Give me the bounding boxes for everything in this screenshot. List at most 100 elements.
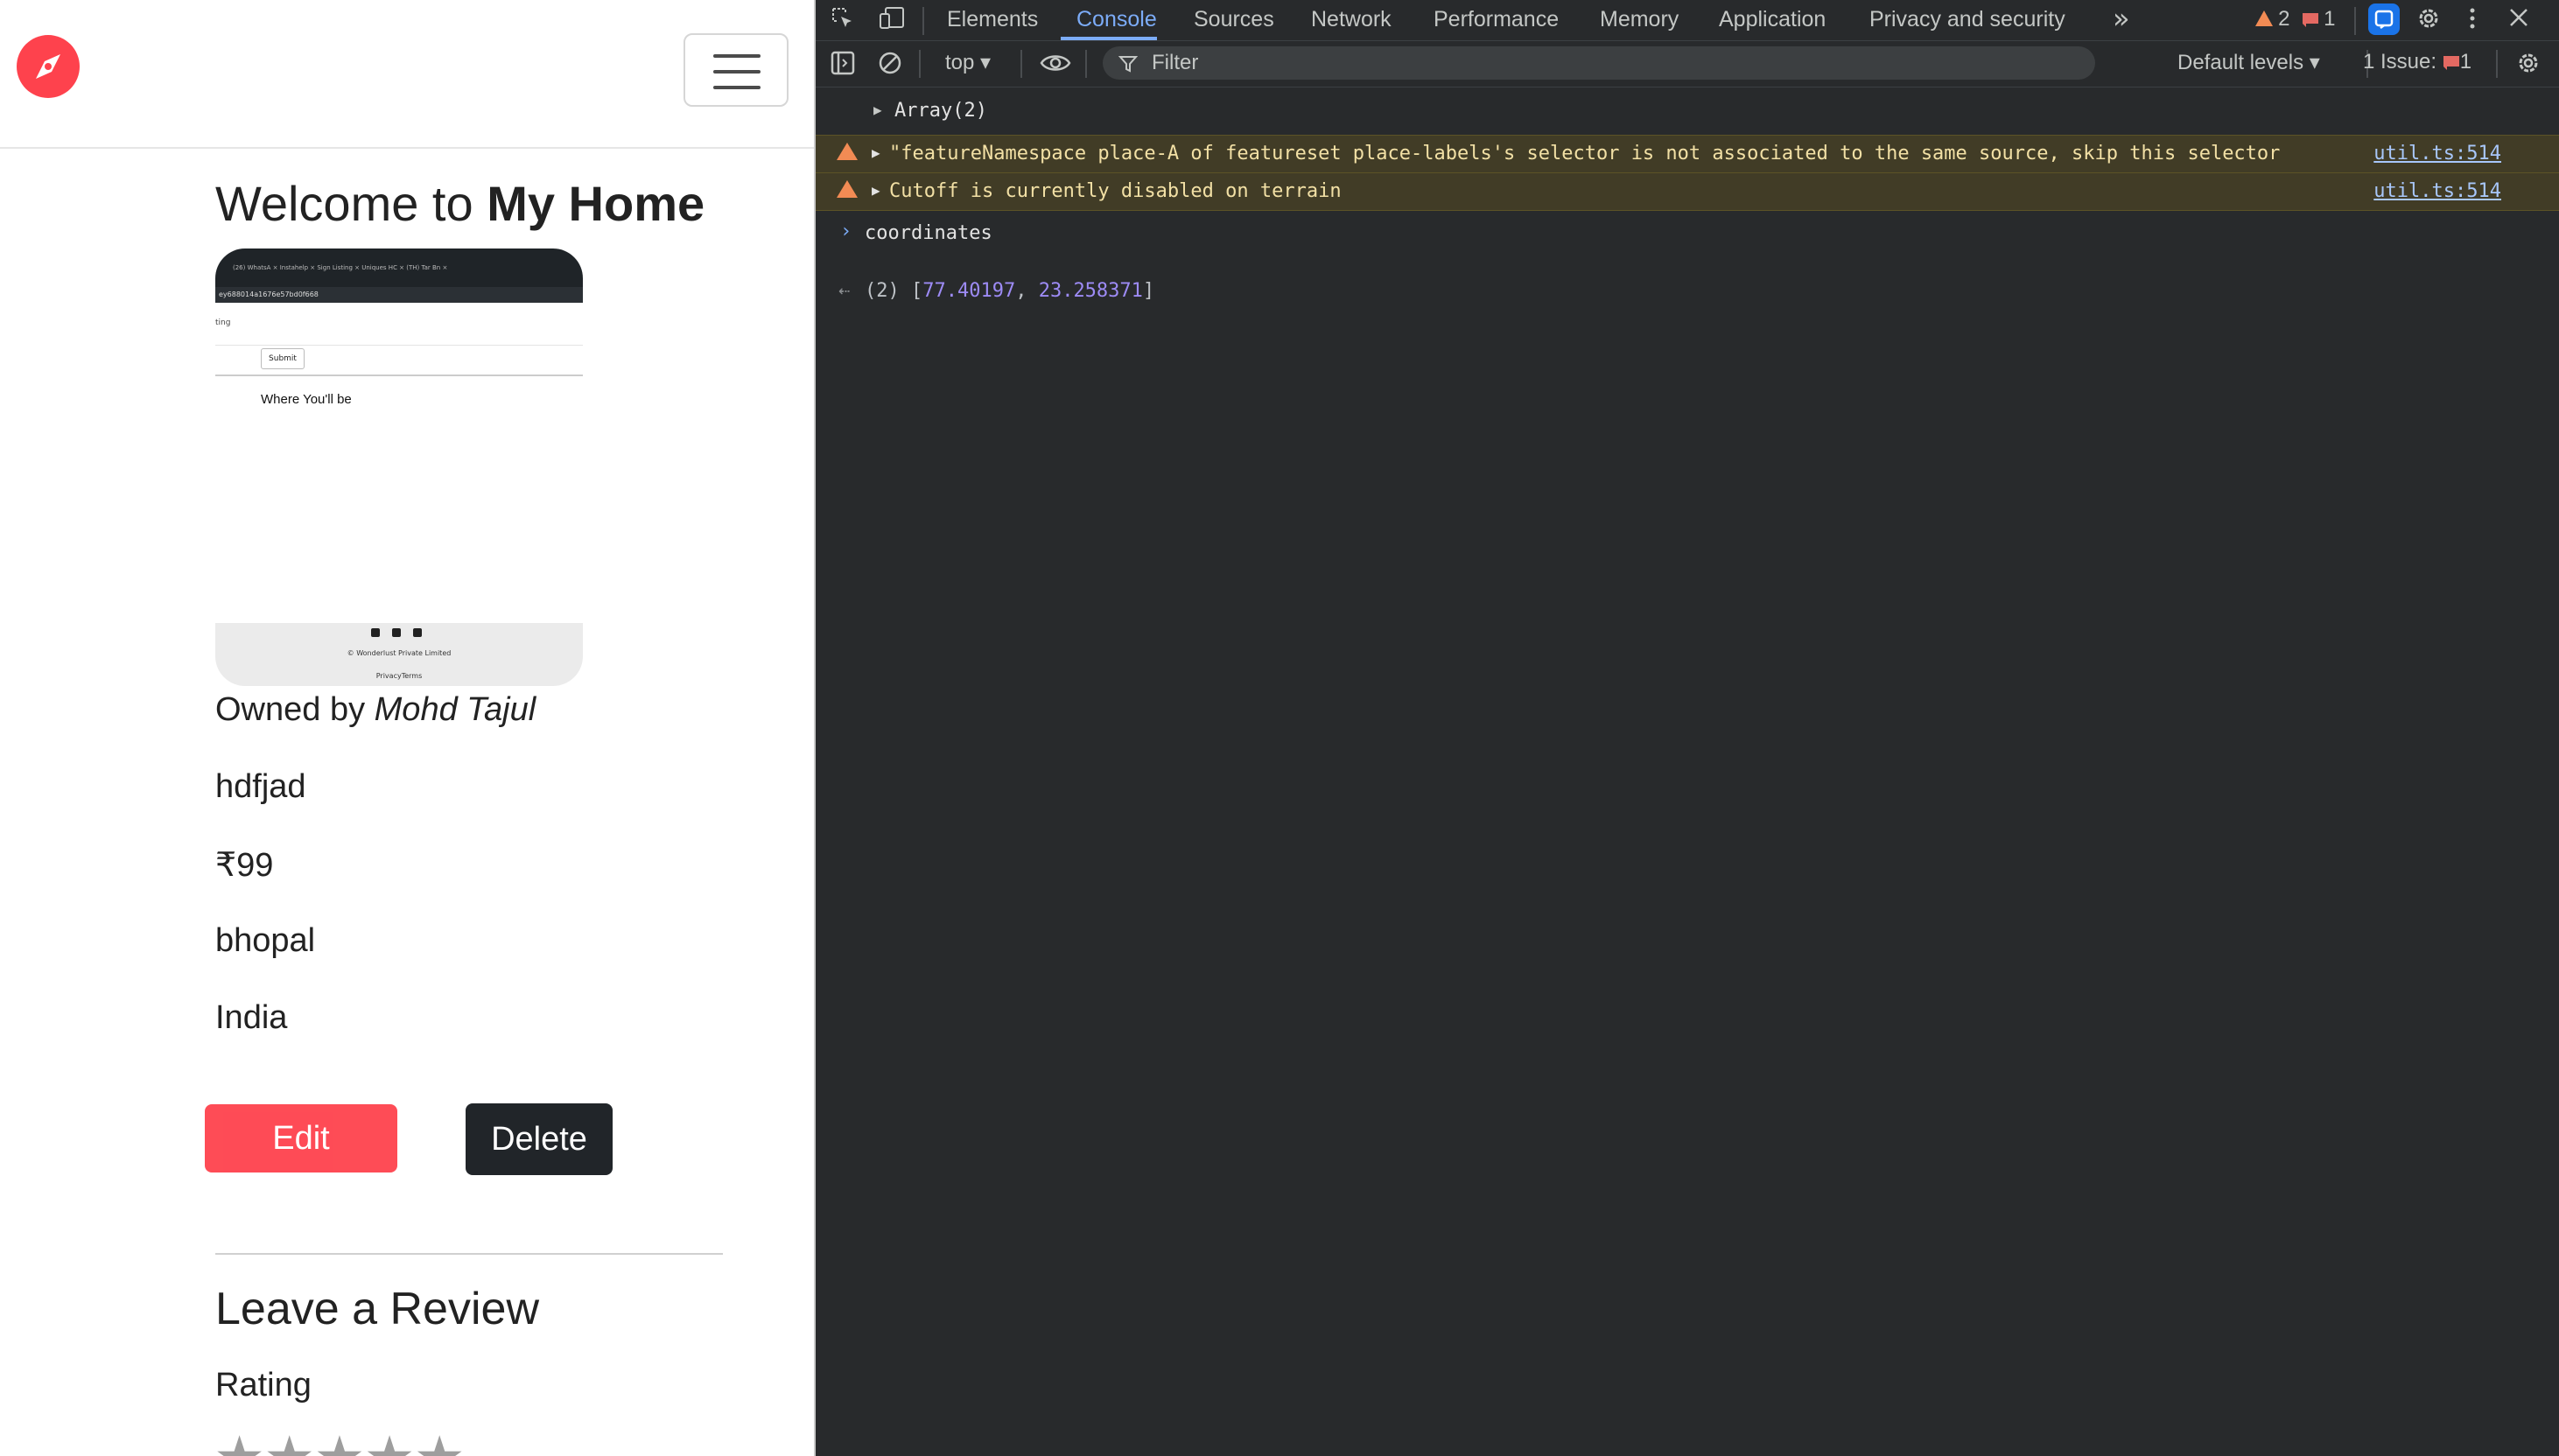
- tab-network[interactable]: Network: [1311, 7, 1392, 32]
- console-row-array[interactable]: ▶ Array(2): [816, 98, 2559, 126]
- live-expression-eye-icon[interactable]: [1040, 50, 1071, 82]
- device-toolbar-icon[interactable]: [879, 5, 907, 38]
- thumb-footer: © Wonderlust Private Limited PrivacyTerm…: [215, 623, 583, 686]
- context-value: top: [945, 51, 975, 74]
- toolbar-separator: [2354, 7, 2356, 35]
- tab-performance[interactable]: Performance: [1434, 7, 1559, 32]
- instagram-icon: [392, 628, 401, 637]
- hamburger-menu-button[interactable]: [684, 33, 789, 107]
- console-warning-row[interactable]: ▶ "featureNamespace place-A of featurese…: [816, 135, 2559, 173]
- thumb-copyright: © Wonderlust Private Limited: [347, 649, 452, 657]
- rating-label: Rating: [215, 1367, 312, 1404]
- result-suffix: ]: [1142, 280, 1155, 302]
- menu-line: [713, 70, 761, 74]
- longitude-value: 77.40197: [922, 280, 1016, 302]
- listing-image: (26) WhatsA × Instahelp × Sign Listing ×…: [215, 248, 583, 686]
- active-tab-indicator: [1061, 37, 1157, 40]
- log-levels-dropdown[interactable]: Default levels ▾: [2177, 50, 2320, 75]
- review-heading: Leave a Review: [215, 1284, 539, 1334]
- context-selector[interactable]: top ▾: [945, 50, 991, 75]
- levels-value: Default levels: [2177, 51, 2304, 74]
- thumb-left-text: ting: [215, 318, 231, 327]
- listing-country: India: [215, 999, 288, 1036]
- settings-gear-icon[interactable]: [2414, 4, 2443, 39]
- thumb-submit: Submit: [261, 348, 305, 369]
- tab-elements[interactable]: Elements: [947, 7, 1038, 32]
- toolbar-separator: [1020, 50, 1022, 78]
- error-count: 1: [2324, 7, 2336, 31]
- result-value: (2) [77.40197, 23.258371]: [865, 280, 1154, 302]
- latitude-value: 23.258371: [1038, 280, 1143, 302]
- delete-button[interactable]: Delete: [466, 1103, 613, 1175]
- toolbar-separator: [922, 7, 924, 35]
- owned-by-label: Owned by: [215, 691, 375, 728]
- listing-price: ₹99: [215, 847, 274, 884]
- console-warning-row[interactable]: ▶ Cutoff is currently disabled on terrai…: [816, 172, 2559, 211]
- ai-assistance-icon[interactable]: [2368, 4, 2400, 35]
- result-prefix: (2) [: [865, 280, 923, 302]
- thumb-url: ey688014a1676e57bd0f668: [219, 290, 319, 298]
- more-options-icon[interactable]: [2468, 4, 2477, 39]
- tab-memory[interactable]: Memory: [1600, 7, 1679, 32]
- thumb-divider: [215, 374, 583, 376]
- navbar: [0, 0, 814, 149]
- inspect-element-icon[interactable]: [830, 5, 856, 38]
- console-settings-icon[interactable]: [2513, 48, 2543, 84]
- sidebar-toggle-icon[interactable]: [830, 50, 856, 82]
- more-tabs-icon[interactable]: »: [2113, 2, 2130, 35]
- thumb-divider: [215, 345, 583, 346]
- console-result-row[interactable]: ⇠ (2) [77.40197, 23.258371]: [816, 276, 2559, 308]
- linkedin-icon: [413, 628, 422, 637]
- close-icon[interactable]: [2506, 5, 2531, 36]
- console-toolbar: top ▾ Filter Default levels ▾ 1 Issue: 1: [816, 41, 2559, 88]
- issues-button[interactable]: 1 Issue: 1: [2363, 50, 2471, 74]
- edit-button[interactable]: Edit: [205, 1104, 397, 1172]
- tab-sources[interactable]: Sources: [1194, 7, 1274, 32]
- tab-console[interactable]: Console: [1076, 7, 1157, 32]
- clear-console-icon[interactable]: [877, 50, 903, 82]
- devtools-tabbar: Elements Console Sources Network Perform…: [816, 0, 2559, 41]
- tab-application[interactable]: Application: [1719, 7, 1826, 32]
- error-counter[interactable]: 1: [2302, 7, 2335, 32]
- toolbar-separator: [2496, 50, 2498, 78]
- source-link[interactable]: util.ts:514: [2373, 143, 2501, 164]
- issues-label: 1 Issue:: [2363, 50, 2437, 74]
- warning-message: Cutoff is currently disabled on terrain: [889, 180, 1342, 202]
- filter-input[interactable]: Filter: [1103, 46, 2095, 80]
- title-prefix: Welcome to: [215, 176, 487, 231]
- section-divider: [215, 1253, 723, 1255]
- thumb-privacy-terms: PrivacyTerms: [375, 672, 423, 680]
- array-text: Array(2): [894, 100, 987, 122]
- issues-count: 1: [2459, 50, 2472, 74]
- filter-placeholder: Filter: [1152, 51, 1199, 74]
- expand-arrow-icon[interactable]: ▶: [872, 144, 880, 161]
- source-link[interactable]: util.ts:514: [2373, 180, 2501, 202]
- warning-count: 2: [2278, 7, 2290, 31]
- devtools-panel: Elements Console Sources Network Perform…: [816, 0, 2559, 1456]
- thumb-tabs: (26) WhatsA × Instahelp × Sign Listing ×…: [233, 264, 448, 271]
- console-input-row: › coordinates: [816, 219, 2559, 250]
- warning-message: "featureNamespace place-A of featureset …: [889, 143, 2281, 164]
- thumb-url-bar: ey688014a1676e57bd0f668: [215, 287, 583, 303]
- warning-counter[interactable]: 2: [2254, 7, 2289, 32]
- menu-line: [713, 54, 761, 58]
- expand-arrow-icon[interactable]: ▶: [873, 102, 882, 118]
- compass-logo-icon[interactable]: [17, 35, 80, 98]
- input-expression: coordinates: [865, 222, 992, 244]
- warning-icon: [837, 180, 858, 198]
- page-title: Welcome to My Home: [215, 175, 705, 232]
- filter-icon: [1118, 56, 1138, 73]
- menu-line: [713, 86, 761, 89]
- expand-arrow-icon[interactable]: ▶: [872, 182, 880, 199]
- star-rating-input[interactable]: ★★★★★: [214, 1423, 466, 1456]
- toolbar-separator: [919, 50, 921, 78]
- owner-line: Owned by Mohd Tajul: [215, 691, 536, 729]
- prompt-chevron-icon: ›: [840, 220, 852, 242]
- warning-icon: [837, 143, 858, 160]
- tab-privacy-security[interactable]: Privacy and security: [1869, 7, 2065, 32]
- result-separator: ,: [1015, 280, 1039, 302]
- listing-title: My Home: [487, 176, 705, 231]
- app-page: Welcome to My Home (26) WhatsA × Instahe…: [0, 0, 814, 1456]
- listing-description: hdfjad: [215, 768, 306, 805]
- result-arrow-icon: ⇠: [838, 280, 851, 302]
